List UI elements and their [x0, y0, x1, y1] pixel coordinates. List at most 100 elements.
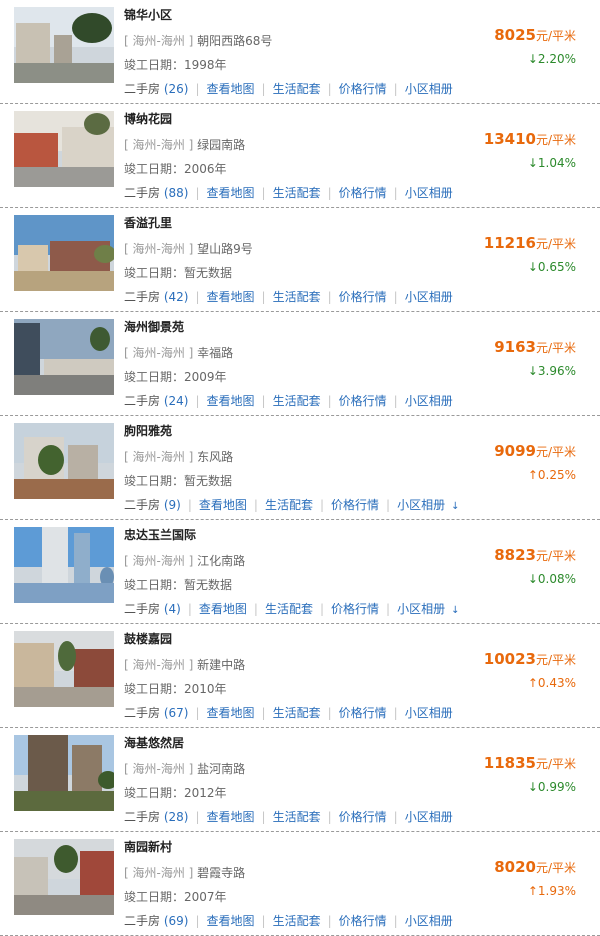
community-photo[interactable]: [14, 735, 114, 811]
community-name[interactable]: 香溢孔里: [124, 214, 172, 231]
address-region: [ 海州-海州 ]: [124, 658, 194, 672]
price-trend-link[interactable]: 价格行情: [331, 498, 379, 512]
second-hand-link[interactable]: 二手房 (24): [124, 394, 188, 408]
link-divider: |: [327, 810, 332, 824]
view-map-link[interactable]: 查看地图: [207, 186, 255, 200]
community-name[interactable]: 海基悠然居: [124, 734, 184, 751]
link-divider: |: [393, 706, 398, 720]
amenities-link[interactable]: 生活配套: [273, 394, 321, 408]
view-map-link[interactable]: 查看地图: [207, 914, 255, 928]
amenities-link[interactable]: 生活配套: [273, 290, 321, 304]
community-photo[interactable]: [14, 839, 114, 915]
price-unit: 元/平米: [535, 133, 576, 147]
more-arrow-icon[interactable]: [453, 397, 459, 408]
photo-album-link[interactable]: 小区相册: [405, 394, 453, 408]
amenities-link[interactable]: 生活配套: [265, 602, 313, 616]
more-arrow-icon[interactable]: ↓: [445, 501, 459, 512]
second-hand-link[interactable]: 二手房 (26): [124, 82, 188, 96]
link-divider: |: [327, 394, 332, 408]
second-hand-link[interactable]: 二手房 (67): [124, 706, 188, 720]
community-name[interactable]: 南园新村: [124, 838, 172, 855]
price-trend-link[interactable]: 价格行情: [339, 810, 387, 824]
link-divider: |: [261, 706, 266, 720]
community-photo[interactable]: [14, 423, 114, 499]
price-trend-link[interactable]: 价格行情: [339, 186, 387, 200]
link-divider: |: [187, 602, 192, 616]
photo-album-link[interactable]: 小区相册: [405, 186, 453, 200]
link-divider: |: [393, 914, 398, 928]
community-photo[interactable]: [14, 631, 114, 707]
photo-album-link[interactable]: 小区相册: [405, 914, 453, 928]
completion-date-value: 2006年: [184, 162, 227, 176]
community-item: 忠达玉兰国际 [ 海州-海州 ] 江化南路 竣工日期：暂无数据 二手房 (4) | 查看地…: [0, 520, 600, 624]
photo-tree: [94, 245, 114, 263]
price-trend-link[interactable]: 价格行情: [339, 914, 387, 928]
amenities-link[interactable]: 生活配套: [273, 82, 321, 96]
average-price: 10023元/平米: [484, 650, 576, 668]
amenities-link[interactable]: 生活配套: [273, 810, 321, 824]
community-photo[interactable]: [14, 527, 114, 603]
community-photo[interactable]: [14, 319, 114, 395]
second-hand-link[interactable]: 二手房 (9): [124, 498, 181, 512]
amenities-link[interactable]: 生活配套: [273, 914, 321, 928]
photo-album-link[interactable]: 小区相册: [397, 498, 445, 512]
second-hand-link[interactable]: 二手房 (88): [124, 186, 188, 200]
photo-album-link[interactable]: 小区相册: [397, 602, 445, 616]
completion-date-label: 竣工日期：: [124, 682, 185, 696]
view-map-link[interactable]: 查看地图: [207, 290, 255, 304]
amenities-link[interactable]: 生活配套: [273, 706, 321, 720]
community-name[interactable]: 海州御景苑: [124, 318, 184, 335]
address-region: [ 海州-海州 ]: [124, 866, 194, 880]
link-divider: |: [393, 290, 398, 304]
more-arrow-icon[interactable]: [453, 709, 459, 720]
price-change-percent: 2.20%: [537, 52, 576, 66]
price-change: ↓1.04%: [528, 156, 576, 170]
address-region: [ 海州-海州 ]: [124, 138, 194, 152]
second-hand-link[interactable]: 二手房 (4): [124, 602, 181, 616]
photo-album-link[interactable]: 小区相册: [405, 706, 453, 720]
second-hand-link[interactable]: 二手房 (69): [124, 914, 188, 928]
community-photo[interactable]: [14, 215, 114, 291]
average-price: 8025元/平米: [494, 26, 576, 44]
price-trend-link[interactable]: 价格行情: [339, 394, 387, 408]
view-map-link[interactable]: 查看地图: [207, 706, 255, 720]
community-name[interactable]: 锦华小区: [124, 6, 172, 23]
price-unit: 元/平米: [535, 653, 576, 667]
arrow-down-icon: ↓: [527, 52, 538, 66]
community-item: 海州御景苑 [ 海州-海州 ] 幸福路 竣工日期：2009年 二手房 (24) | 查看地…: [0, 312, 600, 416]
price-trend-link[interactable]: 价格行情: [339, 290, 387, 304]
more-arrow-icon[interactable]: ↓: [445, 605, 459, 616]
second-hand-link[interactable]: 二手房 (28): [124, 810, 188, 824]
community-name[interactable]: 鼓楼嘉园: [124, 630, 172, 647]
second-hand-count: (67): [163, 706, 189, 720]
view-map-link[interactable]: 查看地图: [199, 498, 247, 512]
price-trend-link[interactable]: 价格行情: [339, 82, 387, 96]
view-map-link[interactable]: 查看地图: [207, 810, 255, 824]
view-map-link[interactable]: 查看地图: [207, 82, 255, 96]
photo-album-link[interactable]: 小区相册: [405, 290, 453, 304]
view-map-link[interactable]: 查看地图: [199, 602, 247, 616]
more-arrow-icon[interactable]: [453, 189, 459, 200]
amenities-link[interactable]: 生活配套: [273, 186, 321, 200]
price-trend-link[interactable]: 价格行情: [339, 706, 387, 720]
more-arrow-icon[interactable]: [453, 917, 459, 928]
photo-album-link[interactable]: 小区相册: [405, 810, 453, 824]
community-name[interactable]: 朐阳雅苑: [124, 422, 172, 439]
link-divider: |: [386, 498, 391, 512]
view-map-link[interactable]: 查看地图: [207, 394, 255, 408]
average-price: 9099元/平米: [494, 442, 576, 460]
community-address: [ 海州-海州 ] 朝阳西路68号: [124, 32, 272, 49]
community-photo[interactable]: [14, 111, 114, 187]
more-arrow-icon[interactable]: [453, 293, 459, 304]
community-item: 南园新村 [ 海州-海州 ] 碧霞寺路 竣工日期：2007年 二手房 (69) | 查看地…: [0, 832, 600, 936]
photo-album-link[interactable]: 小区相册: [405, 82, 453, 96]
community-name[interactable]: 忠达玉兰国际: [124, 526, 196, 543]
second-hand-link[interactable]: 二手房 (42): [124, 290, 188, 304]
price-change: ↓3.96%: [528, 364, 576, 378]
price-trend-link[interactable]: 价格行情: [331, 602, 379, 616]
community-name[interactable]: 博纳花园: [124, 110, 172, 127]
amenities-link[interactable]: 生活配套: [265, 498, 313, 512]
more-arrow-icon[interactable]: [453, 813, 459, 824]
community-photo[interactable]: [14, 7, 114, 83]
more-arrow-icon[interactable]: [453, 85, 459, 96]
